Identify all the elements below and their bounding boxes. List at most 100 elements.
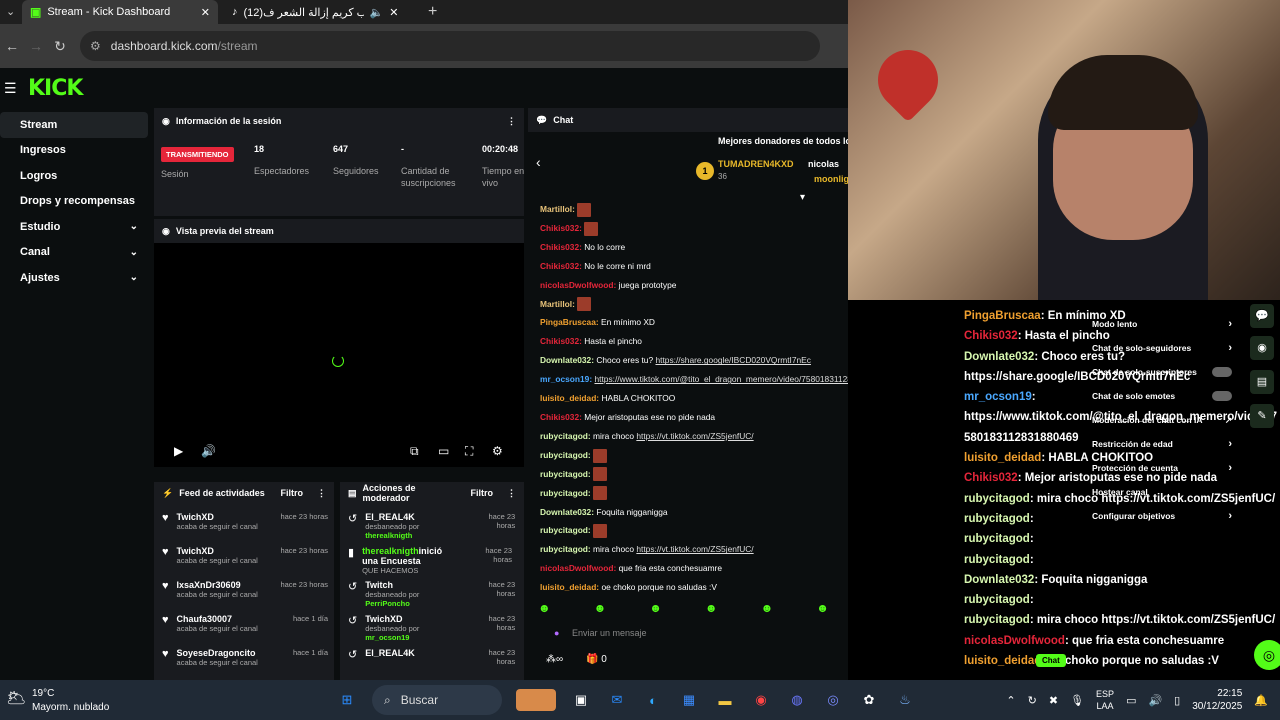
emote-icon[interactable]: ☻: [538, 601, 551, 615]
mod-user[interactable]: El_REAL4K: [365, 512, 415, 522]
site-info-icon[interactable]: ⚙: [90, 39, 101, 53]
toggle-switch[interactable]: [1212, 391, 1232, 401]
sidebar-item[interactable]: Stream: [0, 112, 148, 138]
sidebar-item[interactable]: Drops y recompensas: [0, 189, 148, 215]
chrome-icon[interactable]: ◉: [750, 689, 772, 711]
chat-setting-item[interactable]: Configurar objetivos ›: [1092, 504, 1232, 528]
chat-username[interactable]: Downlate032:: [540, 507, 594, 517]
filter-button[interactable]: Filtro: [281, 488, 304, 498]
volume-icon[interactable]: 🔊: [201, 444, 216, 458]
volume-icon[interactable]: 🔊: [1148, 694, 1162, 707]
edit-icon[interactable]: ✎: [1250, 404, 1274, 428]
new-tab-icon[interactable]: +: [428, 3, 437, 21]
more-icon[interactable]: ⋮: [317, 488, 326, 499]
chat-setting-item[interactable]: Chat de solo-suscriptores: [1092, 360, 1232, 384]
settings-gear-icon[interactable]: ⚙: [492, 444, 503, 458]
emote-icon[interactable]: ☻: [705, 601, 718, 615]
outlook-icon[interactable]: ✉: [606, 689, 628, 711]
app-icon[interactable]: ✿: [858, 689, 880, 711]
chat-username[interactable]: Chikis032:: [540, 223, 582, 233]
chat-username[interactable]: Chikis032:: [540, 261, 582, 271]
notification-icon[interactable]: 🔔: [1254, 694, 1268, 707]
tray-chevron-icon[interactable]: ⌃: [1006, 694, 1015, 707]
clock[interactable]: 22:15 30/12/2025: [1192, 687, 1242, 713]
url-input[interactable]: ⚙ dashboard.kick.com/stream: [80, 31, 820, 61]
chat-username[interactable]: rubycitagod:: [540, 431, 591, 441]
chat-setting-item[interactable]: Restricción de edad ›: [1092, 432, 1232, 456]
emote-icon[interactable]: ☻: [761, 601, 774, 615]
chat-setting-item[interactable]: Chat de solo-seguidores ›: [1092, 336, 1232, 360]
emote-icon[interactable]: ☻: [816, 601, 829, 615]
chat-link[interactable]: https://share.google/IBCD020VQrmtI7nEc: [655, 355, 810, 365]
emote-icon[interactable]: ☻: [594, 601, 607, 615]
edge-icon[interactable]: ◐: [642, 689, 664, 711]
toggle-switch[interactable]: [1212, 367, 1232, 377]
chat-username[interactable]: mr_ocson19:: [540, 374, 592, 384]
chat-username[interactable]: Chikis032:: [540, 242, 582, 252]
back-icon[interactable]: ←: [0, 38, 24, 54]
community-icon[interactable]: ⁂∞: [546, 654, 563, 665]
mute-icon[interactable]: ✖: [1049, 694, 1058, 707]
play-icon[interactable]: ▶: [174, 444, 183, 458]
tab-tiktok[interactable]: ♪ (12)مقلب كريم إزالة الشعر ف 🔈 ✕: [224, 0, 418, 24]
mod-user[interactable]: TwichXD: [365, 614, 402, 624]
chat-username[interactable]: rubycitagod:: [540, 525, 591, 535]
sidebar-item[interactable]: Ajustes ⌄: [0, 265, 148, 291]
chat-link[interactable]: https://vt.tiktok.com/ZS5jenfUC/: [636, 544, 753, 554]
emote-icon[interactable]: ☻: [649, 601, 662, 615]
chat-username[interactable]: rubycitagod:: [540, 450, 591, 460]
chat-username[interactable]: Downlate032:: [540, 355, 594, 365]
tab-kick-dashboard[interactable]: ▣ Stream - Kick Dashboard ✕: [22, 0, 218, 24]
weather-widget[interactable]: 🌥 19°C Mayorm. nublado: [0, 680, 120, 720]
display-icon[interactable]: ▭: [1126, 694, 1136, 707]
stream-preview-video[interactable]: ▶ 🔊 ⧉ ▭ ⛶ ⚙: [154, 243, 524, 467]
donor-name[interactable]: TUMADREN4KXD: [718, 159, 794, 169]
taskbar-search[interactable]: ⌕ Buscar: [372, 685, 502, 715]
sidebar-item[interactable]: Canal ⌄: [0, 240, 148, 266]
chat-setting-item[interactable]: Protección de cuenta ›: [1092, 456, 1232, 480]
chat-username[interactable]: Martillol:: [540, 204, 575, 214]
chat-setting-item[interactable]: Moderación del chat con IA ↗: [1092, 408, 1232, 432]
donor-name[interactable]: nicolas: [808, 159, 839, 169]
chat-setting-item[interactable]: Modo lento ›: [1092, 312, 1232, 336]
sync-icon[interactable]: ↻: [1028, 694, 1037, 707]
mod-user[interactable]: Twitch: [365, 580, 393, 590]
chat-setting-item[interactable]: Hostear canal: [1092, 480, 1232, 504]
chat-setting-item[interactable]: Chat de solo emotes: [1092, 384, 1232, 408]
widget-icon[interactable]: [516, 689, 556, 711]
mod-by[interactable]: mr_ocson19: [365, 633, 409, 642]
mod-by[interactable]: therealknigth: [365, 531, 412, 540]
task-view-icon[interactable]: ▣: [570, 689, 592, 711]
sidebar-item[interactable]: Estudio ⌄: [0, 214, 148, 240]
chat-username[interactable]: nicolasDwolfwood:: [540, 280, 616, 290]
fullscreen-icon[interactable]: ⛶: [465, 444, 473, 459]
forward-icon[interactable]: →: [24, 38, 48, 54]
chat-username[interactable]: rubycitagod:: [540, 488, 591, 498]
discord-icon[interactable]: ◍: [786, 689, 808, 711]
chat-username[interactable]: luisito_deidad:: [540, 582, 599, 592]
mod-user[interactable]: El_REAL4K: [365, 648, 415, 658]
kick-logo[interactable]: KICK: [28, 76, 83, 101]
chat-username[interactable]: rubycitagod:: [540, 469, 591, 479]
layout-icon[interactable]: ▤: [1250, 370, 1274, 394]
obs-icon[interactable]: ◎: [822, 689, 844, 711]
mod-user[interactable]: therealknigth: [362, 546, 419, 556]
support-icon[interactable]: ◎: [1254, 640, 1280, 670]
filter-button[interactable]: Filtro: [471, 488, 494, 498]
close-icon[interactable]: ✕: [389, 6, 398, 19]
chat-username[interactable]: luisito_deidad:: [540, 393, 599, 403]
hamburger-menu-icon[interactable]: ☰: [4, 80, 17, 97]
mod-by[interactable]: PerriPoncho: [365, 599, 410, 608]
activity-user[interactable]: SoyeseDragoncito: [177, 648, 258, 658]
more-icon[interactable]: ⋮: [507, 488, 516, 499]
pip-icon[interactable]: ⧉: [410, 444, 419, 459]
explorer-icon[interactable]: ▬: [714, 689, 736, 711]
broadcast-icon[interactable]: ◉: [1250, 336, 1274, 360]
microphone-icon[interactable]: 🎙: [1070, 694, 1084, 707]
battery-icon[interactable]: ▯: [1174, 694, 1180, 707]
chat-username[interactable]: Chikis032:: [540, 412, 582, 422]
chat-username[interactable]: PingaBruscaa:: [540, 317, 599, 327]
chat-username[interactable]: Chikis032:: [540, 336, 582, 346]
store-icon[interactable]: ▦: [678, 689, 700, 711]
sidebar-item[interactable]: Ingresos: [0, 138, 148, 164]
